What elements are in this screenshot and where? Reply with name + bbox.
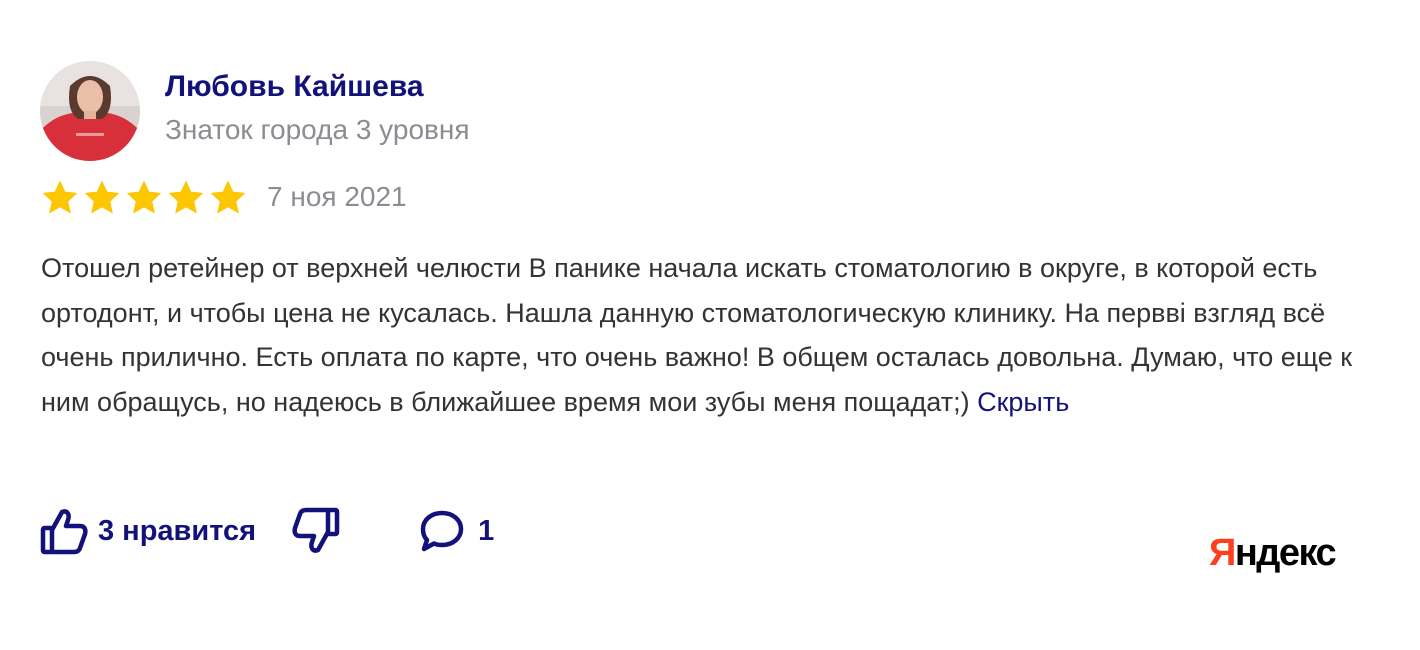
thumbs-up-icon (40, 509, 88, 555)
like-count: 3 нравится (98, 514, 257, 547)
review-actions: 3 нравится 1 (40, 505, 494, 557)
author-name[interactable]: Любовь Кайшева (165, 70, 424, 104)
rating-stars (40, 178, 248, 218)
avatar[interactable] (40, 61, 140, 161)
star-icon (210, 180, 246, 214)
avatar-photo (40, 61, 140, 161)
comment-button[interactable]: 1 (418, 507, 494, 555)
dislike-button[interactable] (292, 506, 340, 556)
star-icon (168, 180, 204, 214)
comment-count: 1 (478, 514, 495, 547)
review-text: Отошел ретейнер от верхней челюсти В пан… (41, 253, 1353, 417)
star-icon (42, 180, 78, 214)
logo-first-letter: Я (1209, 532, 1236, 574)
yandex-logo[interactable]: Яндекс (1209, 532, 1337, 574)
star-icon (84, 180, 120, 214)
thumbs-down-icon (292, 507, 340, 553)
review-date: 7 ноя 2021 (267, 181, 407, 212)
logo-rest: ндекс (1234, 532, 1337, 574)
review-body: Отошел ретейнер от верхней челюсти В пан… (41, 246, 1361, 424)
hide-link[interactable]: Скрыть (977, 387, 1069, 417)
author-level: Знаток города 3 уровня (165, 114, 470, 145)
star-icon (126, 180, 162, 214)
comment-icon (420, 510, 464, 552)
like-button[interactable]: 3 нравится (40, 506, 256, 556)
